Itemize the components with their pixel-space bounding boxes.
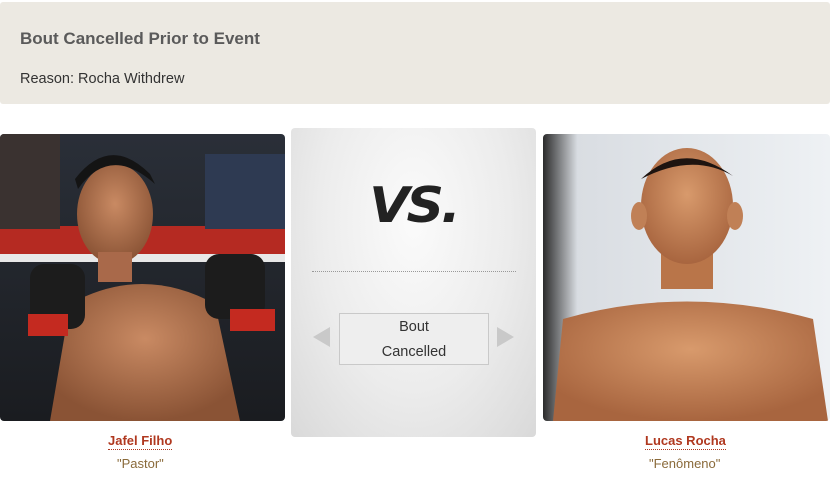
bout-status-box: Bout Cancelled <box>339 313 489 365</box>
reason-label: Reason: <box>20 71 75 87</box>
reason-value: Rocha Withdrew <box>78 71 185 87</box>
fighter-left-image <box>0 134 285 421</box>
notice-reason: Reason: Rocha Withdrew <box>20 71 184 87</box>
fighter-right-nickname: "Fenômeno" <box>649 456 721 471</box>
panel-divider <box>312 271 516 272</box>
versus-text: VS. <box>369 177 460 235</box>
versus-text-wrapper: VS. <box>291 175 536 235</box>
notice-title: Bout Cancelled Prior to Event <box>20 29 260 48</box>
fighter-left-nickname: "Pastor" <box>117 456 164 471</box>
fighter-left-name-link[interactable]: Jafel Filho <box>108 433 173 450</box>
cancellation-notice: Bout Cancelled Prior to Event Reason: Ro… <box>0 2 830 104</box>
fighter-right-name-link[interactable]: Lucas Rocha <box>645 433 726 450</box>
fighter-right-photo[interactable] <box>543 134 830 421</box>
previous-bout-arrow-icon[interactable] <box>313 327 330 347</box>
status-line-1: Bout <box>399 319 429 335</box>
next-bout-arrow-icon[interactable] <box>497 327 514 347</box>
fighter-left-photo[interactable] <box>0 134 285 421</box>
status-line-2: Cancelled <box>381 344 447 360</box>
fighter-right-image <box>543 134 830 421</box>
